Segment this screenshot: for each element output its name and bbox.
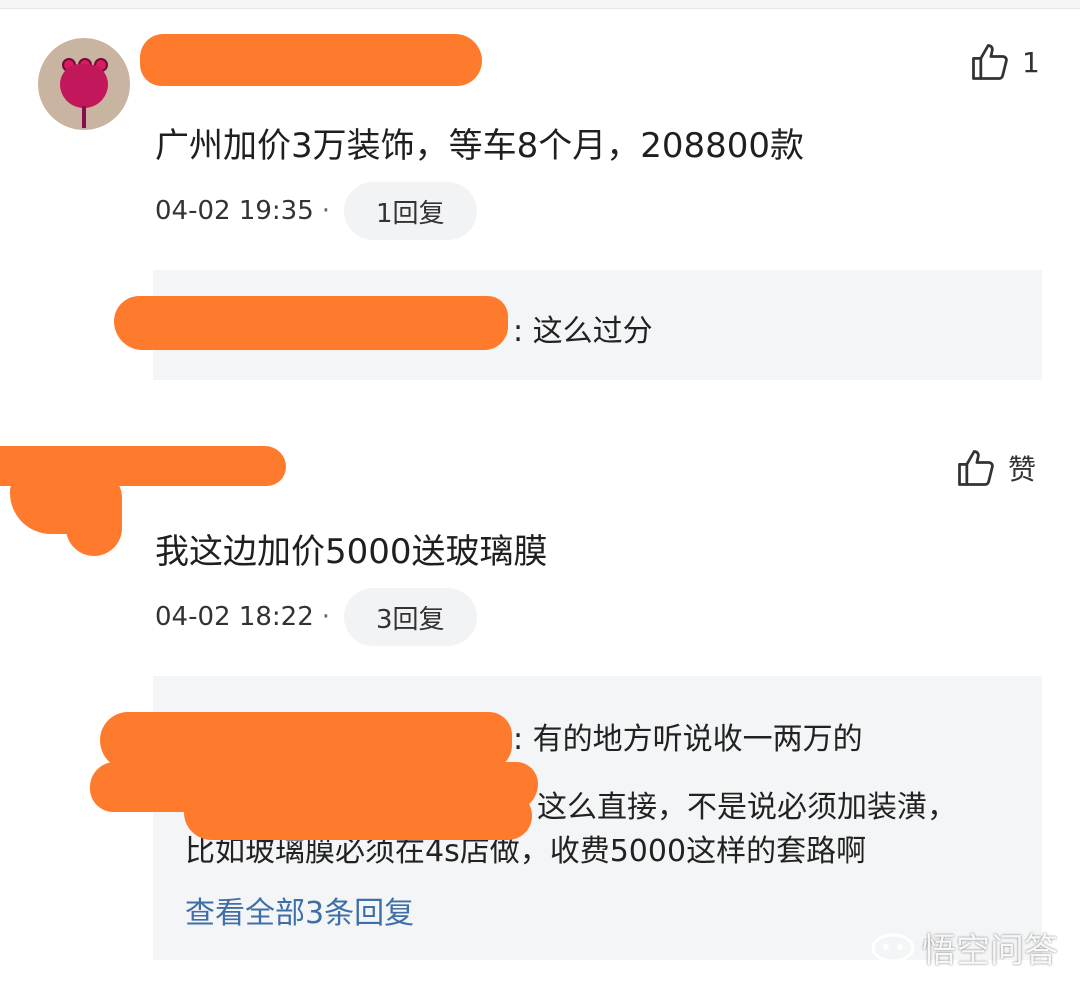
redacted-avatar-stroke: [66, 470, 122, 556]
watermark: 悟空问答: [870, 923, 1058, 972]
like-button[interactable]: 1: [968, 40, 1040, 84]
redacted-reply-username: [184, 790, 532, 840]
avatar-flower-stem: [82, 106, 86, 128]
view-all-replies-link[interactable]: 查看全部3条回复: [185, 888, 414, 932]
comment-meta: 04-02 18:22 · 3回复: [155, 588, 477, 646]
top-divider: [0, 0, 1080, 9]
comment-time: 04-02 18:22: [155, 602, 314, 632]
redacted-username: [140, 34, 482, 86]
like-button[interactable]: 赞: [954, 446, 1036, 490]
reply-count-button[interactable]: 3回复: [344, 588, 477, 646]
avatar-flower: [60, 64, 108, 108]
comment-time: 04-02 19:35: [155, 196, 314, 226]
reply-count-button[interactable]: 1回复: [344, 182, 477, 240]
redacted-reply-username: [114, 296, 508, 350]
reply-text: : 有的地方听说收一两万的: [513, 722, 863, 757]
wukong-logo-icon: [870, 931, 916, 965]
comment-meta: 04-02 19:35 · 1回复: [155, 182, 477, 240]
like-label: 赞: [1008, 453, 1037, 486]
thumbs-up-icon: [954, 446, 998, 490]
like-count: 1: [1022, 45, 1040, 79]
comment-text: 广州加价3万装饰，等车8个月，208800款: [155, 126, 805, 166]
avatar[interactable]: [38, 38, 130, 130]
reply-text: 这么直接，不是说必须加装潢，: [537, 790, 957, 825]
meta-separator: ·: [321, 602, 331, 632]
meta-separator: ·: [321, 196, 331, 226]
comment-text: 我这边加价5000送玻璃膜: [155, 532, 548, 572]
watermark-text: 悟空问答: [922, 931, 1058, 971]
reply-text: : 这么过分: [513, 314, 653, 349]
thumbs-up-icon: [968, 40, 1012, 84]
